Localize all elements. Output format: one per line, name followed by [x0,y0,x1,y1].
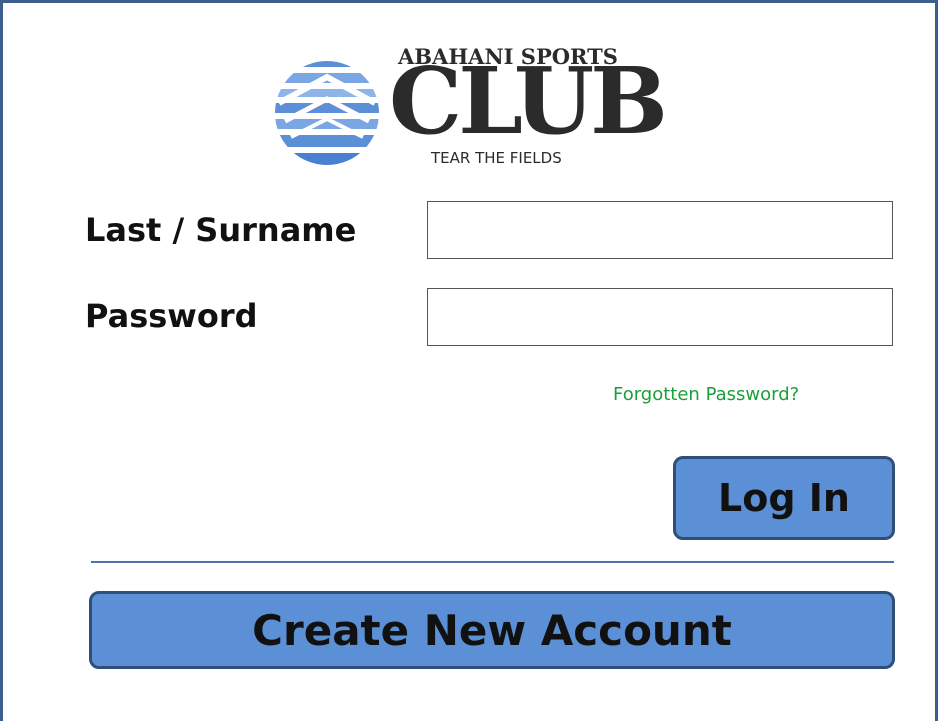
brand-tagline: TEAR THE FIELDS [431,149,562,167]
login-button[interactable]: Log In [673,456,895,540]
brand-wordmark: CLUB [389,47,668,155]
password-input[interactable] [427,288,893,346]
login-panel: ABAHANI SPORTS CLUB TEAR THE FIELDS Last… [0,0,938,721]
create-account-button[interactable]: Create New Account [89,591,895,669]
divider [91,561,894,563]
club-logo: ABAHANI SPORTS CLUB TEAR THE FIELDS [271,25,668,185]
password-label: Password [85,297,258,335]
striped-globe-logo-icon [275,61,379,165]
last-name-input[interactable] [427,201,893,259]
forgot-password-link[interactable]: Forgotten Password? [613,384,799,405]
last-name-label: Last / Surname [85,211,357,249]
